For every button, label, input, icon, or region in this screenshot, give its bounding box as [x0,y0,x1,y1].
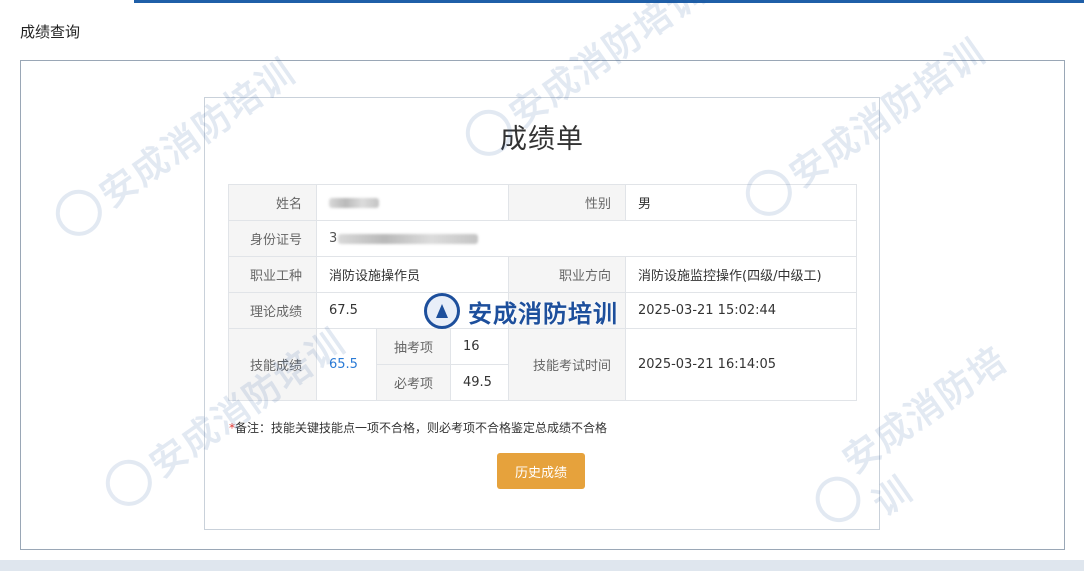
id-value-redacted: 3 [316,220,857,257]
skill-time-label: 技能考试时间 [508,328,626,401]
table-row: 姓名 性别 男 [228,184,857,221]
draw-item-label: 抽考项 [376,328,451,365]
page-title: 成绩查询 [20,23,81,41]
theory-score-label: 理论成绩 [228,292,317,329]
table-row: 职业工种 消防设施操作员 职业方向 消防设施监控操作(四级/中级工) [228,256,857,293]
score-query-page: 成绩查询 成绩单 姓名 性别 男 身份证号 3 职业工种 消防设施操作员 职业方… [0,0,1084,571]
remark-note: *备注：技能关键技能点一项不合格，则必考项不合格鉴定总成绩不合格 [229,420,607,436]
brand-seal-icon [424,293,460,329]
brand-overlay: 安成消防培训 [424,291,618,331]
history-scores-button[interactable]: 历史成绩 [497,453,585,489]
required-item-label: 必考项 [376,364,451,401]
draw-item-value: 16 [450,328,509,365]
skill-time-value: 2025-03-21 16:14:05 [625,328,857,401]
brand-overlay-text: 安成消防培训 [468,299,618,328]
bottom-strip [0,560,1084,571]
gender-label: 性别 [508,184,626,221]
name-label: 姓名 [228,184,317,221]
direction-value: 消防设施监控操作(四级/中级工) [625,256,857,293]
gender-value: 男 [625,184,857,221]
id-label: 身份证号 [228,220,317,257]
direction-label: 职业方向 [508,256,626,293]
table-row: 技能成绩 65.5 抽考项 16 技能考试时间 2025-03-21 16:14… [228,328,857,401]
top-accent-bar [134,0,1084,3]
id-visible-prefix: 3 [329,231,338,246]
theory-time-value: 2025-03-21 15:02:44 [625,292,857,329]
occupation-value: 消防设施操作员 [316,256,509,293]
report-title: 成绩单 [500,124,584,155]
required-item-value: 49.5 [450,364,509,401]
skill-score-label: 技能成绩 [228,328,317,401]
occupation-label: 职业工种 [228,256,317,293]
table-row: 身份证号 3 [228,220,857,257]
remark-text: 备注：技能关键技能点一项不合格，则必考项不合格鉴定总成绩不合格 [235,421,608,435]
skill-score-value: 65.5 [316,328,377,401]
name-value-redacted [316,184,509,221]
